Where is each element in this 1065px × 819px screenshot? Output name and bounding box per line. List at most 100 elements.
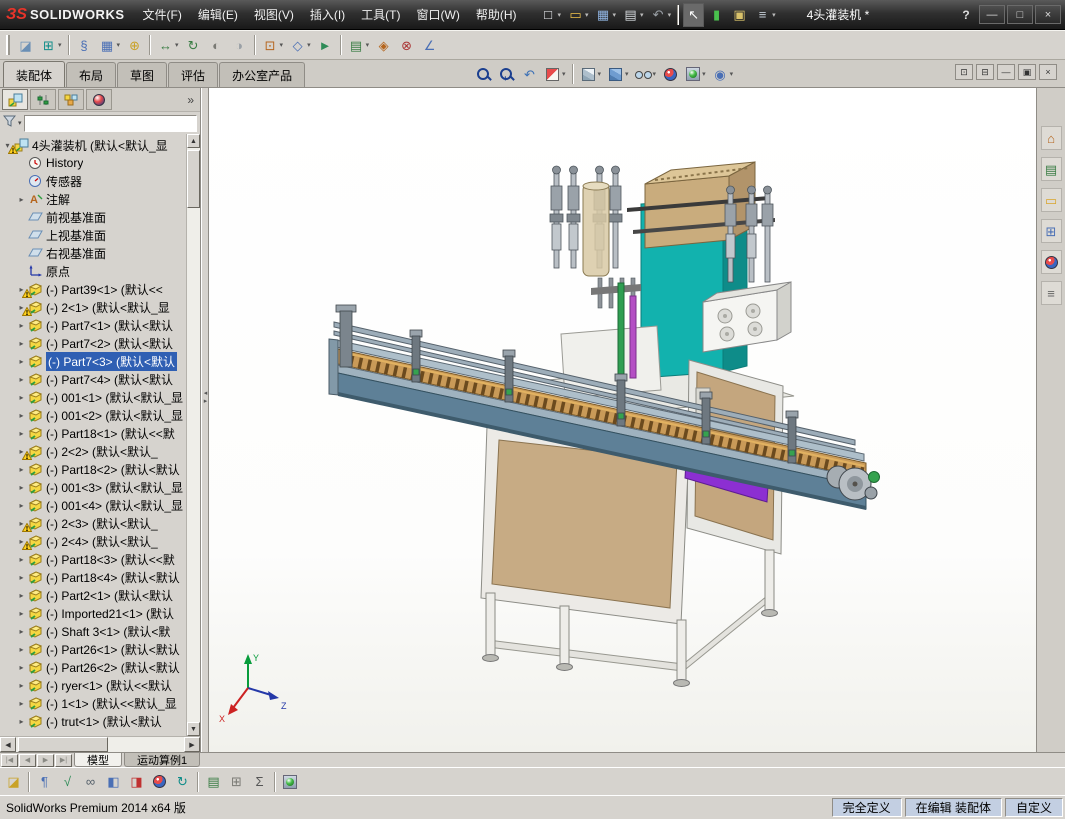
tree-item[interactable]: ▸ (-) Part7<1> (默认<默认 [0, 316, 186, 334]
insert-components-icon[interactable]: ⊞ ▾ [38, 33, 64, 57]
minimize-button[interactable]: — [979, 5, 1005, 24]
new-motion-study-icon[interactable]: ► [315, 33, 336, 57]
dropdown-arrow-icon[interactable]: ▾ [668, 11, 672, 19]
exploded-view-icon[interactable]: ◈ [373, 33, 394, 57]
tree-item[interactable]: ▸ (-) 2<3> (默认<默认_ [0, 514, 186, 532]
apply-scene-icon[interactable]: ▾ [683, 62, 708, 86]
tree-item[interactable]: ▸ (-) Part18<4> (默认<默认 [0, 568, 186, 586]
scroll-left-button[interactable]: ◀ [0, 737, 16, 752]
show-hidden-components-icon[interactable]: ◐ [206, 33, 227, 57]
rebuild-icon[interactable]: ▮ [706, 3, 727, 27]
scroll-down-button[interactable]: ▼ [187, 722, 200, 736]
reference-geometry-icon[interactable]: ◇ ▾ [287, 33, 313, 57]
expand-arrow-icon[interactable]: ▸ [16, 663, 27, 672]
appearances-scenes-icon[interactable] [1040, 250, 1062, 274]
tree-item[interactable]: ▸ (-) Part18<3> (默认<<默 [0, 550, 186, 568]
file-properties-icon[interactable]: ▣ [729, 3, 750, 27]
tree-item[interactable]: ▸ (-) Part18<2> (默认<默认 [0, 460, 186, 478]
dropdown-arrow-icon[interactable]: ▾ [598, 70, 602, 78]
tree-item[interactable]: ▸ (-) 001<1> (默认<默认_显 [0, 388, 186, 406]
scrollbar-track[interactable] [187, 148, 200, 722]
dropdown-arrow-icon[interactable]: ▾ [730, 70, 734, 78]
expand-arrow-icon[interactable]: ▸ [16, 609, 27, 618]
close-document-button[interactable]: × [1039, 64, 1057, 80]
move-component-icon[interactable]: ↔ ▾ [155, 33, 181, 57]
open-document-icon[interactable]: ▭ ▾ [565, 3, 591, 27]
tree-item[interactable]: ▸ (-) Part26<1> (默认<默认 [0, 640, 186, 658]
tree-item[interactable]: ▸ A 注解 [0, 190, 186, 208]
expand-arrow-icon[interactable]: ▸ [16, 339, 27, 348]
dropdown-arrow-icon[interactable]: ▾ [625, 70, 629, 78]
propertymanager-tab[interactable] [30, 89, 56, 110]
command-tab-4[interactable]: 办公室产品 [219, 62, 306, 87]
dropdown-arrow-icon[interactable]: ▾ [585, 11, 589, 19]
save-document-icon[interactable]: ▦ ▾ [593, 3, 619, 27]
restore-document-button[interactable]: ▣ [1018, 64, 1036, 80]
bottom-tab-1[interactable]: 运动算例1 [124, 753, 201, 767]
tree-horizontal-scrollbar[interactable]: ◀ ▶ [0, 736, 200, 752]
expand-arrow-icon[interactable]: ▸ [16, 699, 27, 708]
close-button[interactable]: × [1035, 5, 1061, 24]
view-palette-icon[interactable]: ⊞ [1040, 219, 1062, 243]
tree-item[interactable]: ▸ (-) Part7<2> (默认<默认 [0, 334, 186, 352]
smart-fasteners-icon[interactable]: ⊕ [124, 33, 145, 57]
tree-item[interactable]: ▸ (-) Part2<1> (默认<默认 [0, 586, 186, 604]
displaymanager-tab[interactable] [86, 89, 112, 110]
edit-component-icon[interactable]: ◪ [3, 770, 24, 794]
first-tab-button[interactable]: |◀ [1, 753, 18, 767]
bill-of-materials-icon[interactable]: ▤ [203, 770, 224, 794]
tree-item[interactable]: 传感器 [0, 172, 186, 190]
status-cell-2[interactable]: 自定义 [1004, 798, 1063, 817]
tree-item[interactable]: ▸ (-) 001<4> (默认<默认_显 [0, 496, 186, 514]
dropdown-arrow-icon[interactable]: ▾ [175, 41, 179, 49]
last-tab-button[interactable]: ▶| [55, 753, 72, 767]
tree-item[interactable]: ▸ (-) 2<1> (默认<默认_显 [0, 298, 186, 316]
expand-arrow-icon[interactable]: ▸ [16, 555, 27, 564]
assembly-features-icon[interactable]: ⊡ ▾ [260, 33, 286, 57]
tile-window-button[interactable]: ⊡ [955, 64, 973, 80]
tree-item[interactable]: ▸ (-) Part7<3> (默认<默认 [0, 351, 186, 371]
hide-show-items-icon[interactable]: ▾ [633, 62, 659, 86]
zoom-to-area-icon[interactable]: + [496, 62, 517, 86]
bill-of-materials-icon[interactable]: ▤ ▾ [346, 33, 372, 57]
dropdown-arrow-icon[interactable]: ▾ [58, 41, 62, 49]
tree-item[interactable]: ▸ (-) Shaft 3<1> (默认<默 [0, 622, 186, 640]
view-orientation-icon[interactable]: ▾ [578, 62, 604, 86]
edit-appearance-icon[interactable] [149, 770, 170, 794]
command-tab-3[interactable]: 评估 [168, 62, 219, 87]
menu-item-4[interactable]: 工具(T) [353, 0, 408, 29]
filter-input[interactable] [23, 114, 197, 132]
filter-funnel-icon[interactable] [2, 115, 17, 131]
edit-component-icon[interactable]: ◪ [15, 33, 36, 57]
hide-show-items-icon[interactable]: ∞ [80, 770, 101, 794]
solidworks-resources-icon[interactable]: ⌂ [1040, 126, 1062, 150]
toolbar-grip[interactable] [6, 35, 10, 55]
expand-arrow-icon[interactable]: ▸ [16, 717, 27, 726]
expand-arrow-icon[interactable]: ▸ [16, 627, 27, 636]
tree-item[interactable]: 前视基准面 [0, 208, 186, 226]
rotate-view-icon[interactable]: ↻ [172, 770, 193, 794]
filter-dropdown-icon[interactable]: ▾ [18, 119, 22, 127]
display-style-icon[interactable]: ▾ [605, 62, 631, 86]
rotate-component-icon[interactable]: ↻ [183, 33, 204, 57]
dropdown-arrow-icon[interactable]: ▾ [366, 41, 370, 49]
expand-arrow-icon[interactable]: ▸ [16, 573, 27, 582]
tree-item[interactable]: ▸ (-) 1<1> (默认<<默认_显 [0, 694, 186, 712]
tree-item[interactable]: ▸ (-) 2<4> (默认<默认_ [0, 532, 186, 550]
design-table-icon[interactable]: ⊞ [226, 770, 247, 794]
note-icon[interactable]: ¶ [34, 770, 55, 794]
dropdown-arrow-icon[interactable]: ▾ [280, 41, 284, 49]
tree-item[interactable]: 右视基准面 [0, 244, 186, 262]
dropdown-arrow-icon[interactable]: ▾ [772, 11, 776, 19]
spell-checker-icon[interactable]: √ [57, 770, 78, 794]
menu-item-3[interactable]: 插入(I) [302, 0, 353, 29]
dropdown-arrow-icon[interactable]: ▾ [558, 11, 562, 19]
tree-item[interactable]: 上视基准面 [0, 226, 186, 244]
select-icon[interactable]: ↖ [683, 2, 705, 27]
expand-arrow-icon[interactable]: ▸ [16, 375, 27, 384]
hscrollbar-thumb[interactable] [18, 737, 108, 752]
graphics-area[interactable]: Y Z X [209, 88, 1036, 752]
measure-icon[interactable]: ∠ [419, 33, 440, 57]
panel-expand-chevron[interactable]: » [187, 93, 200, 107]
tree-item[interactable]: ▸ (-) 2<2> (默认<默认_ [0, 442, 186, 460]
